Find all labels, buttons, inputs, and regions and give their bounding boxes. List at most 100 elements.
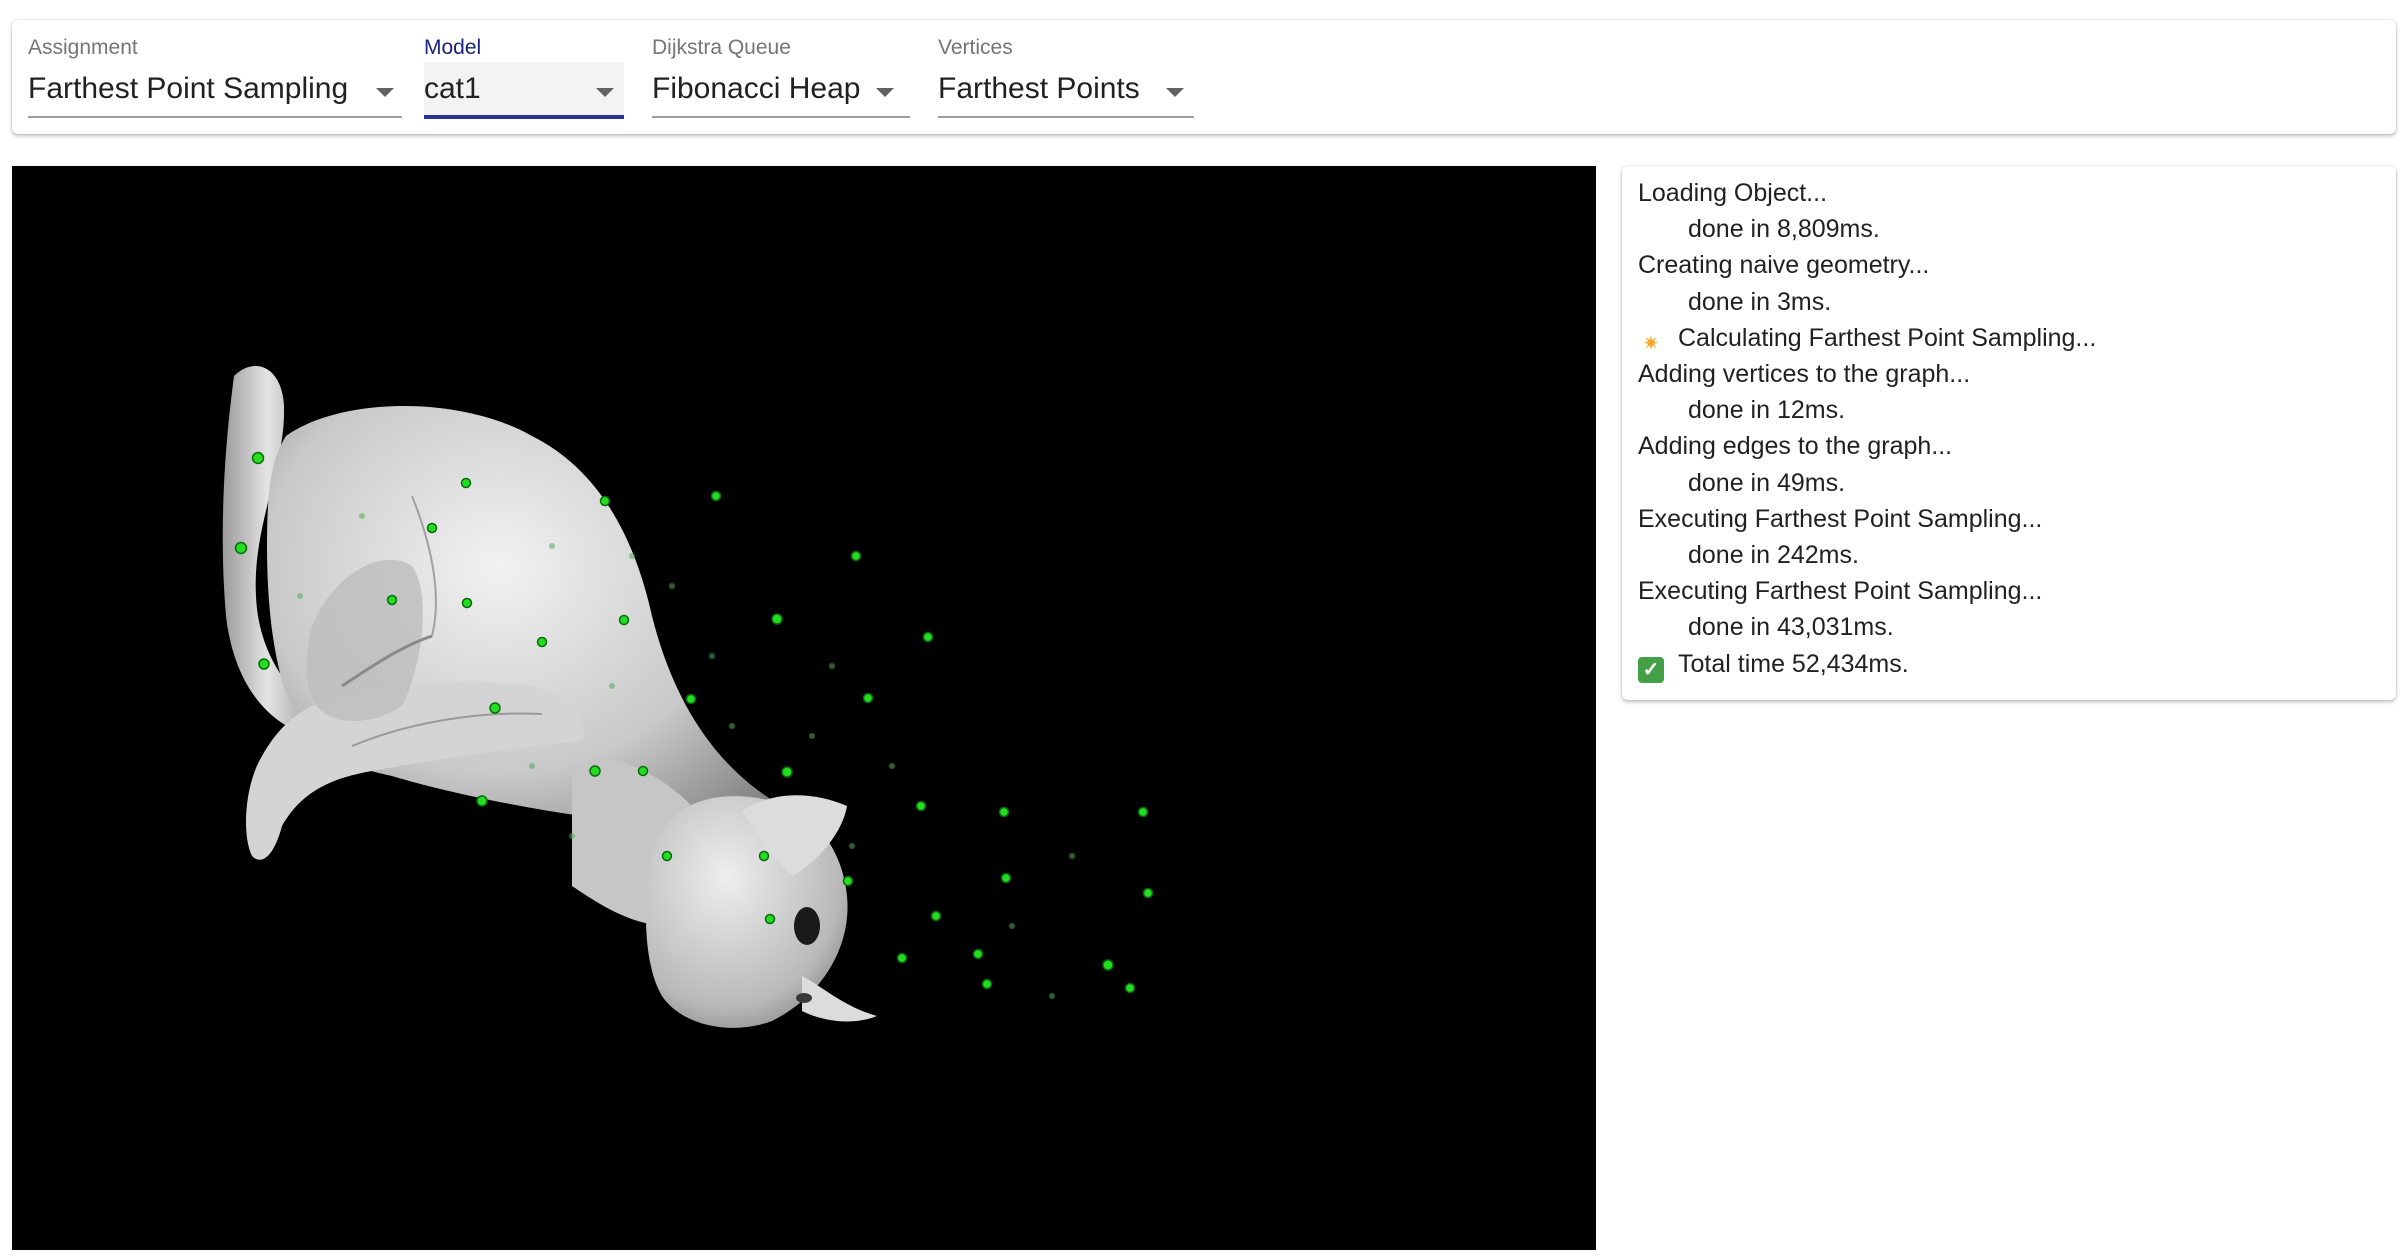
assignment-select[interactable]: Assignment Farthest Point Sampling (28, 20, 402, 134)
sample-point (862, 692, 874, 704)
sample-point (637, 765, 649, 777)
sample-point (915, 800, 927, 812)
sample-point (549, 543, 555, 549)
sample-point (809, 733, 815, 739)
sample-point (685, 693, 697, 705)
vertices-value[interactable]: Farthest Points (938, 72, 1140, 106)
sample-point (297, 593, 303, 599)
log-text: done in 43,031ms. (1688, 613, 1894, 641)
log-text: Executing Farthest Point Sampling... (1638, 505, 2043, 533)
log-line: Adding vertices to the graph... (1638, 359, 1970, 389)
dijkstra-queue-value[interactable]: Fibonacci Heap (652, 72, 860, 106)
sample-point (1137, 806, 1149, 818)
sample-point (729, 723, 735, 729)
sample-point (896, 952, 908, 964)
sample-point (461, 597, 473, 609)
cat-mesh-render[interactable] (12, 166, 1596, 1250)
model-label: Model (424, 36, 482, 59)
sample-point (234, 541, 248, 555)
assignment-label: Assignment (28, 36, 138, 59)
log-line: ✷ Calculating Farthest Point Sampling... (1638, 323, 2097, 357)
model-select[interactable]: Model cat1 (424, 20, 624, 134)
vertices-select[interactable]: Vertices Farthest Points (938, 20, 1194, 134)
log-line: done in 3ms. (1688, 287, 1831, 317)
dijkstra-queue-underline (652, 116, 910, 118)
sample-point (1102, 959, 1114, 971)
sample-point (1069, 853, 1075, 859)
log-text: done in 3ms. (1688, 288, 1832, 316)
vertices-label: Vertices (938, 36, 1013, 59)
log-text: Creating naive geometry... (1638, 251, 1930, 279)
assignment-value[interactable]: Farthest Point Sampling (28, 72, 348, 106)
sample-point (1000, 872, 1012, 884)
sample-point (669, 583, 675, 589)
sample-point (536, 636, 548, 648)
sample-point (829, 663, 835, 669)
sample-point (609, 683, 615, 689)
sample-point (629, 553, 635, 559)
cat-nose (796, 993, 812, 1003)
chevron-down-icon[interactable] (596, 88, 614, 97)
sample-point (1009, 923, 1015, 929)
log-line: done in 242ms. (1688, 540, 1859, 570)
sample-point (1124, 982, 1136, 994)
cat-eye (794, 907, 820, 945)
sample-point (661, 850, 673, 862)
chevron-down-icon[interactable] (376, 88, 394, 97)
sample-point (889, 763, 895, 769)
sample-point (930, 910, 942, 922)
log-text: done in 49ms. (1688, 469, 1846, 497)
sample-point (842, 875, 854, 887)
sample-point (998, 806, 1010, 818)
sample-point (476, 795, 488, 807)
dijkstra-queue-label: Dijkstra Queue (652, 36, 791, 59)
sparkle-icon: ✷ (1642, 333, 1660, 355)
log-line: done in 49ms. (1688, 468, 1845, 498)
sample-point (771, 613, 783, 625)
sample-point (1142, 887, 1154, 899)
sample-point (972, 948, 984, 960)
sample-point (599, 495, 611, 507)
log-text: Adding edges to the graph... (1638, 432, 1953, 460)
log-line: Executing Farthest Point Sampling... (1638, 504, 2042, 534)
sample-point (460, 477, 472, 489)
sample-point (359, 513, 365, 519)
log-text: Loading Object... (1638, 179, 1828, 207)
dijkstra-queue-select[interactable]: Dijkstra Queue Fibonacci Heap (652, 20, 910, 134)
sample-point (618, 614, 630, 626)
log-line: ✓ Total time 52,434ms. (1638, 649, 1909, 683)
log-line: Executing Farthest Point Sampling... (1638, 576, 2042, 606)
log-line: Adding edges to the graph... (1638, 431, 1952, 461)
log-text: done in 12ms. (1688, 396, 1846, 424)
chevron-down-icon[interactable] (1166, 88, 1184, 97)
vertices-underline (938, 116, 1194, 118)
log-line: done in 43,031ms. (1688, 612, 1894, 642)
sample-point (258, 658, 270, 670)
sample-point (710, 490, 722, 502)
sample-point (709, 653, 715, 659)
sample-point (489, 702, 501, 714)
cat-ear-bottom (802, 976, 877, 1022)
log-line: done in 8,809ms. (1688, 214, 1880, 244)
chevron-down-icon[interactable] (876, 88, 894, 97)
sample-point (764, 913, 776, 925)
toolbar: Assignment Farthest Point Sampling Model… (12, 20, 2396, 134)
assignment-underline (28, 116, 402, 118)
sample-point (589, 765, 601, 777)
sample-point (529, 763, 535, 769)
sample-point (922, 631, 934, 643)
log-line: done in 12ms. (1688, 395, 1845, 425)
model-value[interactable]: cat1 (424, 72, 481, 106)
sample-point (781, 766, 793, 778)
3d-viewport[interactable] (12, 166, 1596, 1250)
log-text: Calculating Farthest Point Sampling... (1678, 324, 2097, 352)
log-line: Loading Object... (1638, 178, 1827, 208)
sample-point (849, 843, 855, 849)
sample-point (981, 978, 993, 990)
log-line: Creating naive geometry... (1638, 250, 1929, 280)
log-text: Adding vertices to the graph... (1638, 360, 1971, 388)
sample-point (569, 833, 575, 839)
sample-point (426, 522, 438, 534)
log-text: done in 8,809ms. (1688, 215, 1880, 243)
model-underline (424, 115, 624, 119)
